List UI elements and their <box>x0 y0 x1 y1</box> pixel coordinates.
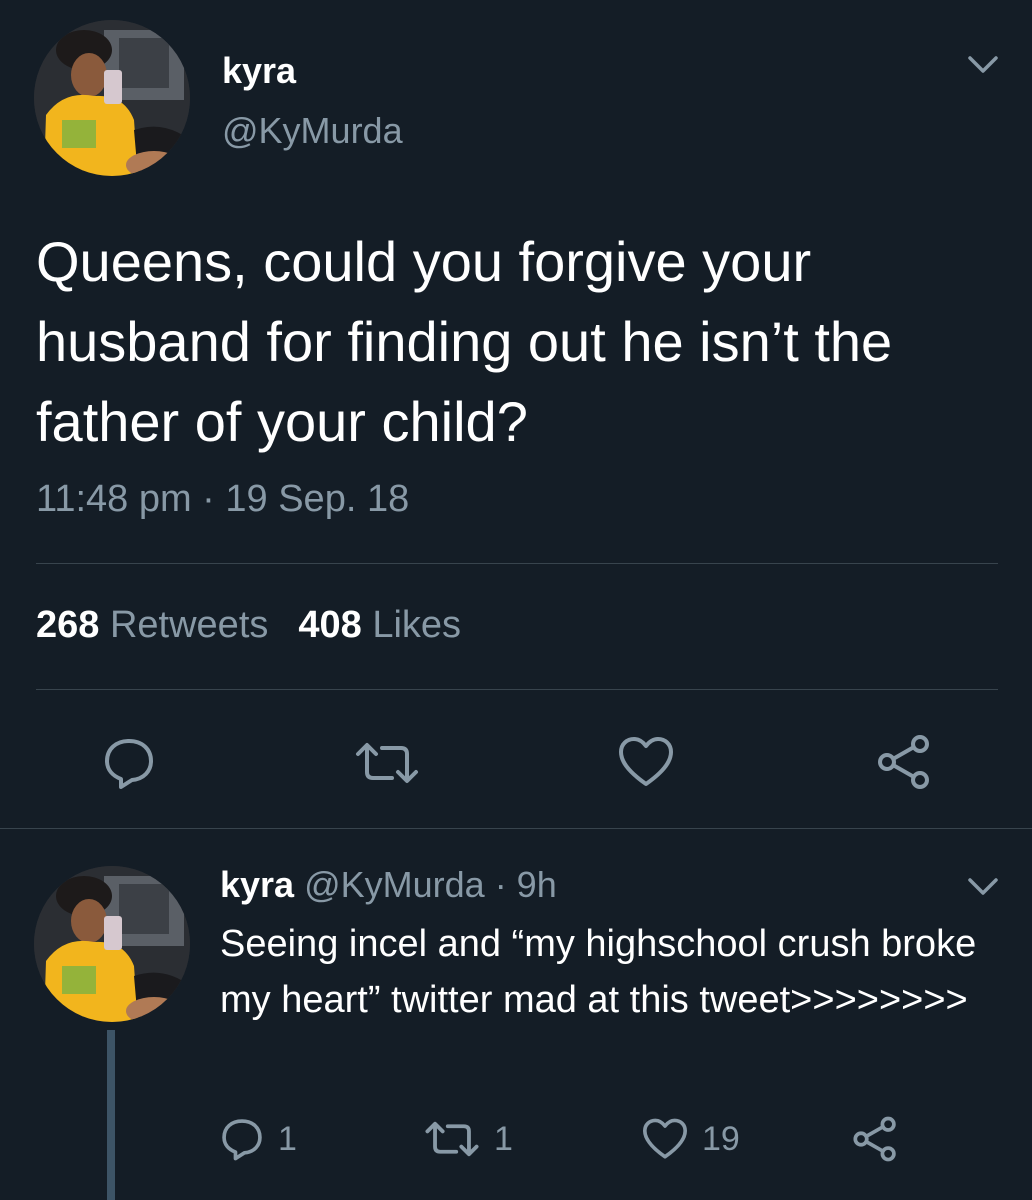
avatar[interactable] <box>34 20 190 176</box>
reply-header: kyra @KyMurda · 9h <box>220 864 557 906</box>
tweet-stats: 268 Retweets 408 Likes <box>36 604 461 647</box>
like-count: 19 <box>702 1119 740 1158</box>
divider <box>36 689 998 690</box>
user-handle[interactable]: @KyMurda <box>222 110 403 152</box>
share-icon <box>853 1116 896 1162</box>
share-icon <box>878 735 929 789</box>
reply-reply-button[interactable]: 1 <box>220 1116 297 1162</box>
heart-icon <box>642 1118 688 1159</box>
likes-count: 408 <box>298 604 362 646</box>
reply-avatar[interactable] <box>34 866 190 1022</box>
retweets-stat[interactable]: 268 Retweets <box>36 604 268 647</box>
reply-display-name[interactable]: kyra <box>220 864 294 905</box>
reply-share-button[interactable] <box>852 1116 898 1162</box>
avatar-photo <box>34 866 190 1022</box>
retweets-count: 268 <box>36 604 100 646</box>
chevron-down-icon[interactable] <box>966 876 1000 898</box>
chevron-down-icon[interactable] <box>966 54 1000 76</box>
reply-count: 1 <box>278 1119 297 1158</box>
main-tweet: kyra @KyMurda Queens, could you forgive … <box>0 0 1032 828</box>
heart-icon <box>619 737 673 786</box>
like-button[interactable] <box>618 736 674 788</box>
thread-line <box>107 1030 115 1200</box>
retweet-button[interactable] <box>354 740 420 786</box>
tweet-text: Queens, could you forgive your husband f… <box>36 230 893 453</box>
retweets-label: Retweets <box>109 604 269 646</box>
retweet-icon <box>356 743 418 783</box>
reply-icon <box>222 1119 262 1161</box>
tweet-timestamp[interactable]: 11:48 pm · 19 Sep. 18 <box>36 478 409 521</box>
reply-retweet-button[interactable]: 1 <box>424 1116 513 1162</box>
retweet-icon <box>425 1121 479 1157</box>
reply-handle-time[interactable]: @KyMurda · 9h <box>304 864 557 905</box>
reply-text: Seeing incel and “my highschool crush br… <box>220 923 977 1021</box>
avatar-photo <box>34 20 190 176</box>
reply-button[interactable] <box>102 736 156 790</box>
reply-icon <box>105 739 153 789</box>
likes-stat[interactable]: 408 Likes <box>298 604 461 647</box>
retweet-count: 1 <box>494 1119 513 1158</box>
share-button[interactable] <box>876 734 932 790</box>
divider <box>36 563 998 564</box>
likes-label: Likes <box>372 604 462 646</box>
tweet-separator <box>0 828 1032 829</box>
reply-like-button[interactable]: 19 <box>642 1116 740 1162</box>
display-name[interactable]: kyra <box>222 50 296 92</box>
